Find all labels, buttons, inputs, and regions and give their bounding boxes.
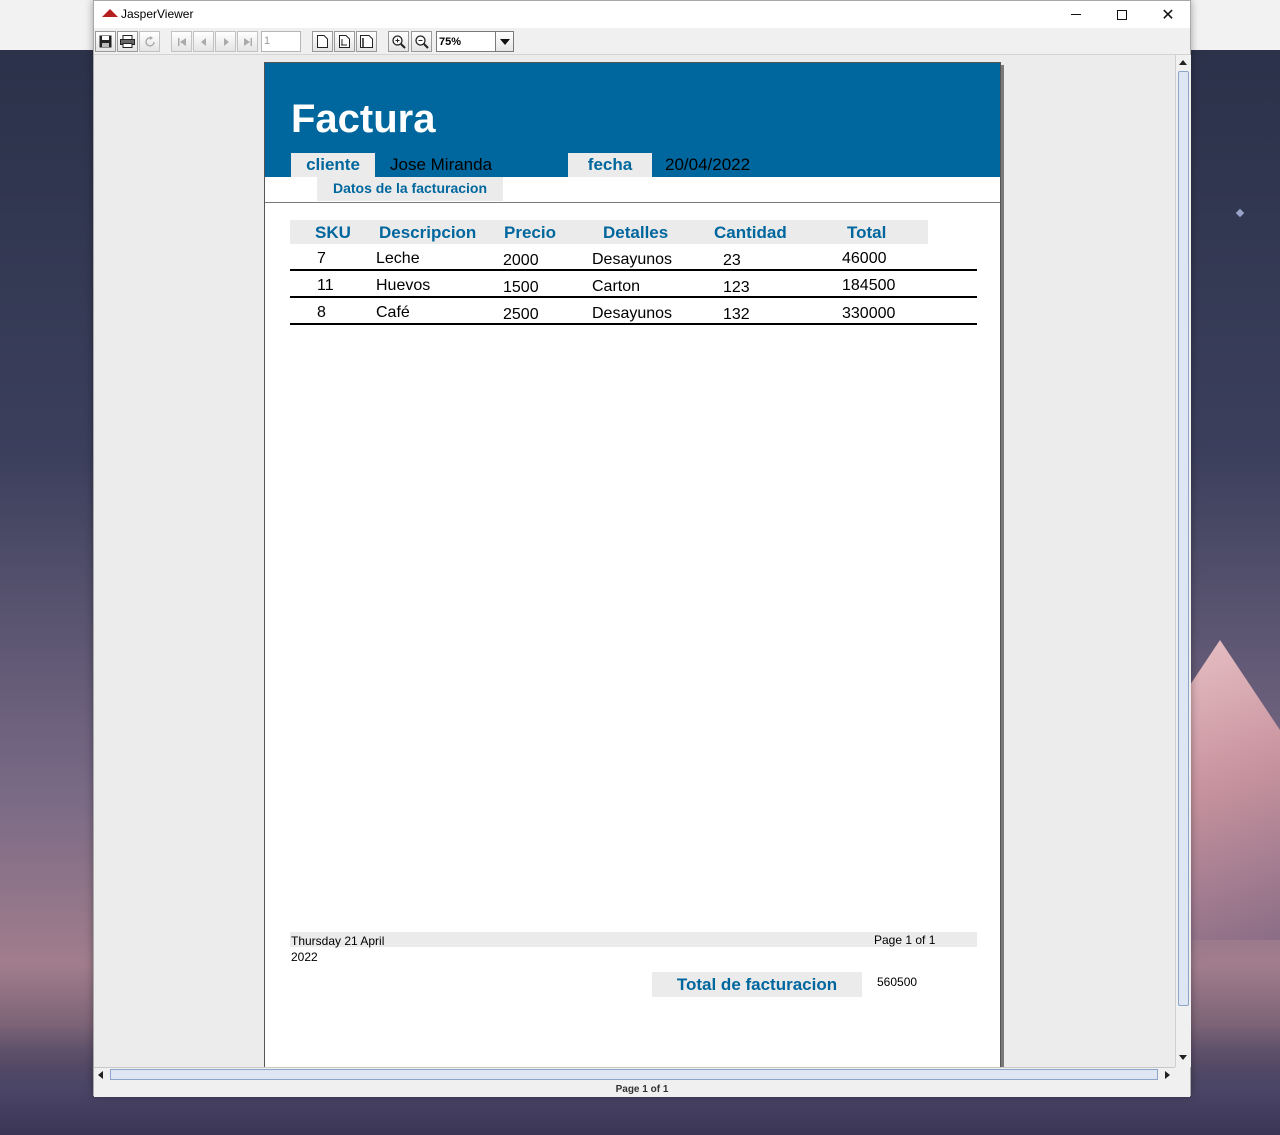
- first-page-button[interactable]: [171, 31, 192, 52]
- vertical-scroll-thumb[interactable]: [1178, 71, 1189, 1006]
- table-cell-descripcion: Café: [376, 304, 410, 321]
- status-bar-page-label: Page 1 of 1: [94, 1081, 1190, 1097]
- table-cell-detalles: Desayunos: [592, 251, 673, 268]
- zoom-out-icon: [414, 34, 429, 49]
- fit-width-button[interactable]: [356, 31, 377, 52]
- table-cell-precio: 1500: [503, 279, 539, 296]
- fit-page-button[interactable]: [334, 31, 355, 52]
- table-cell-descripcion: Leche: [376, 250, 420, 267]
- horizontal-scroll-thumb[interactable]: [110, 1069, 1158, 1080]
- chevron-down-icon: [499, 38, 510, 45]
- column-header-cantidad: Cantidad: [714, 223, 787, 242]
- client-label: cliente: [291, 153, 375, 177]
- previous-page-icon: [200, 37, 206, 46]
- next-page-icon: [223, 37, 229, 46]
- minimize-button[interactable]: [1053, 1, 1099, 28]
- scroll-up-icon[interactable]: [1179, 60, 1187, 65]
- print-icon: [120, 35, 135, 48]
- table-cell-detalles: Carton: [592, 278, 641, 295]
- zoom-in-button[interactable]: [388, 31, 409, 52]
- section-label: Datos de la facturacion: [317, 177, 503, 201]
- table-cell-total: 46000: [842, 250, 887, 267]
- fecha-label: fecha: [568, 153, 652, 177]
- close-icon: ✕: [1161, 6, 1175, 24]
- table-cell-sku: 11: [317, 277, 334, 294]
- zoom-in-icon: [391, 34, 406, 49]
- table-row-divider: [290, 323, 977, 325]
- table-cell-total: 184500: [842, 277, 896, 294]
- reload-button[interactable]: [139, 31, 160, 52]
- actual-size-button[interactable]: [312, 31, 333, 52]
- first-page-icon: [177, 37, 186, 46]
- maximize-button[interactable]: [1099, 1, 1145, 28]
- scroll-right-icon[interactable]: [1165, 1071, 1170, 1079]
- zoom-out-button[interactable]: [411, 31, 432, 52]
- previous-page-button[interactable]: [193, 31, 214, 52]
- fit-width-icon: [360, 35, 373, 48]
- jasper-viewer-window: JasperViewer ✕ 1 75% Factura cliente Jos…: [93, 0, 1191, 1097]
- print-button[interactable]: [117, 31, 138, 52]
- table-cell-total: 330000: [842, 305, 896, 322]
- table-cell-descripcion: Huevos: [376, 277, 431, 294]
- table-cell-cantidad: 23: [723, 252, 741, 269]
- column-header-sku: SKU: [315, 223, 351, 242]
- actual-size-icon: [317, 35, 328, 48]
- vertical-scrollbar[interactable]: [1175, 55, 1191, 1067]
- footer-page-number: Page 1 of 1: [874, 933, 936, 947]
- fit-page-icon: [339, 35, 350, 48]
- report-title: Factura: [291, 97, 436, 141]
- zoom-dropdown-button[interactable]: [495, 32, 513, 51]
- divider: [265, 202, 1000, 203]
- page-number-input[interactable]: 1: [261, 31, 301, 52]
- total-value: 560500: [877, 975, 918, 989]
- table-cell-sku: 7: [317, 250, 326, 267]
- title-bar: JasperViewer ✕: [94, 1, 1190, 28]
- scroll-left-icon[interactable]: [98, 1071, 103, 1079]
- table-row-divider: [290, 269, 977, 271]
- minimize-icon: [1071, 14, 1081, 15]
- fecha-value: 20/04/2022: [665, 155, 751, 174]
- desktop-star-decoration: [1235, 208, 1245, 218]
- table-cell-precio: 2500: [503, 306, 539, 323]
- report-viewer: Factura cliente Jose Miranda fecha 20/04…: [94, 55, 1175, 1067]
- maximize-icon: [1117, 9, 1127, 20]
- zoom-value: 75%: [439, 36, 462, 48]
- toolbar: 1 75%: [94, 28, 1190, 55]
- column-header-precio: Precio: [504, 223, 556, 242]
- table-cell-cantidad: 123: [723, 279, 750, 296]
- table-cell-cantidad: 132: [723, 306, 750, 323]
- report-page: Factura cliente Jose Miranda fecha 20/04…: [264, 62, 1001, 1067]
- last-page-button[interactable]: [237, 31, 258, 52]
- save-button[interactable]: [95, 31, 116, 52]
- table-cell-sku: 8: [317, 304, 326, 321]
- column-header-descripcion: Descripcion: [379, 223, 477, 242]
- desktop-mountain-decoration: [1180, 640, 1280, 940]
- horizontal-scrollbar[interactable]: [94, 1067, 1175, 1081]
- close-button[interactable]: ✕: [1145, 1, 1191, 28]
- last-page-icon: [243, 37, 252, 46]
- table-row-divider: [290, 296, 977, 298]
- scroll-down-icon[interactable]: [1179, 1055, 1187, 1060]
- window-title: JasperViewer: [121, 7, 194, 21]
- total-label: Total de facturacion: [652, 972, 862, 997]
- table-cell-detalles: Desayunos: [592, 305, 673, 322]
- zoom-select[interactable]: 75%: [436, 31, 514, 52]
- reload-icon: [144, 35, 155, 47]
- next-page-button[interactable]: [215, 31, 236, 52]
- client-value: Jose Miranda: [390, 155, 493, 174]
- column-header-total: Total: [847, 223, 887, 242]
- column-header-detalles: Detalles: [603, 223, 669, 242]
- table-cell-precio: 2000: [503, 252, 539, 269]
- jasper-app-icon: [102, 9, 118, 17]
- save-icon: [99, 35, 112, 48]
- footer-date: Thursday 21 April 2022: [291, 934, 385, 964]
